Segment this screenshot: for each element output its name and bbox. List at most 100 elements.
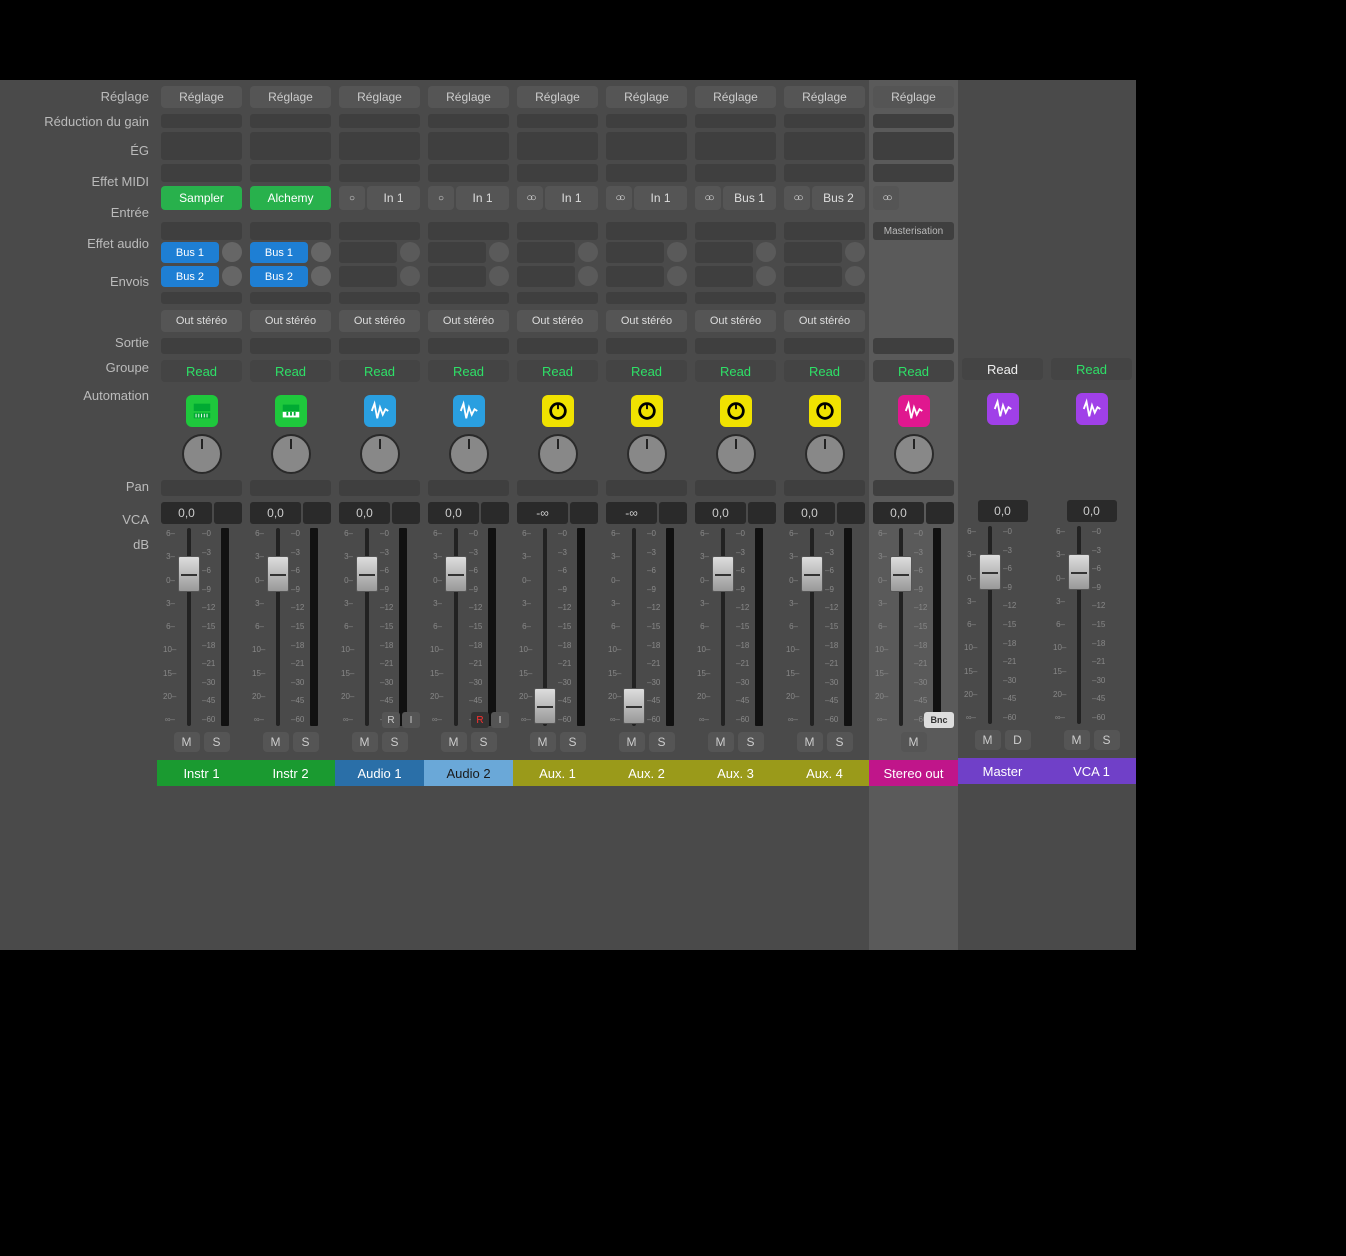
pan-knob[interactable] [627, 434, 667, 474]
automation-mode-button[interactable]: Read [339, 360, 420, 382]
automation-mode-button[interactable]: Read [161, 360, 242, 382]
fader-cap[interactable] [801, 556, 823, 592]
send-level-knob[interactable] [222, 266, 242, 286]
send-level-knob[interactable] [578, 242, 598, 262]
eq-slot[interactable] [250, 132, 331, 160]
output-button[interactable]: Out stéréo [339, 310, 420, 332]
automation-mode-button[interactable]: Read [784, 360, 865, 382]
input-label-button[interactable]: Bus 2 [812, 186, 865, 210]
fader-cap[interactable] [623, 688, 645, 724]
automation-mode-button[interactable]: Read [1051, 358, 1132, 380]
fader-track[interactable] [177, 528, 201, 726]
track-type-icon[interactable] [542, 395, 574, 427]
eq-slot[interactable] [606, 132, 687, 160]
solo-button[interactable]: S [382, 732, 408, 752]
fader-track[interactable] [800, 528, 824, 726]
record-enable-button[interactable]: R [471, 712, 489, 728]
mute-button[interactable]: M [975, 730, 1001, 750]
pan-knob[interactable] [805, 434, 845, 474]
track-type-icon[interactable] [631, 395, 663, 427]
mute-button[interactable]: M [797, 732, 823, 752]
db-value[interactable]: 0,0 [428, 502, 479, 524]
automation-mode-button[interactable]: Read [695, 360, 776, 382]
db-value[interactable]: 0,0 [978, 500, 1028, 522]
vca-slot[interactable] [606, 480, 687, 496]
pan-knob[interactable] [449, 434, 489, 474]
input-label-button[interactable]: In 1 [634, 186, 687, 210]
db-value[interactable]: -∞ [517, 502, 568, 524]
output-button[interactable]: Out stéréo [428, 310, 509, 332]
pan-knob[interactable] [538, 434, 578, 474]
db-value[interactable]: 0,0 [161, 502, 212, 524]
fader-cap[interactable] [712, 556, 734, 592]
send-empty-slot[interactable] [784, 242, 842, 263]
channel-name[interactable]: Aux. 4 [780, 760, 869, 786]
gain-reduction-slot[interactable] [339, 114, 420, 128]
vca-slot[interactable] [339, 480, 420, 496]
midi-fx-slot[interactable] [339, 164, 420, 182]
send-expand[interactable] [161, 292, 242, 304]
track-type-icon[interactable] [987, 393, 1019, 425]
send-level-knob[interactable] [578, 266, 598, 286]
pan-knob[interactable] [716, 434, 756, 474]
group-slot[interactable] [606, 338, 687, 354]
solo-button[interactable]: S [293, 732, 319, 752]
pan-knob[interactable] [894, 434, 934, 474]
send-expand[interactable] [606, 292, 687, 304]
fader-cap[interactable] [1068, 554, 1090, 590]
mute-button[interactable]: M [441, 732, 467, 752]
audio-fx-slot[interactable]: Masterisation [873, 222, 954, 240]
send-empty-slot[interactable] [428, 242, 486, 263]
channel-name[interactable]: VCA 1 [1047, 758, 1136, 784]
output-button[interactable]: Out stéréo [517, 310, 598, 332]
setting-button[interactable]: Réglage [517, 86, 598, 108]
gain-reduction-slot[interactable] [606, 114, 687, 128]
gain-reduction-slot[interactable] [250, 114, 331, 128]
send-level-knob[interactable] [845, 242, 865, 262]
setting-button[interactable]: Réglage [606, 86, 687, 108]
midi-fx-slot[interactable] [161, 164, 242, 182]
send-empty-slot[interactable] [695, 242, 753, 263]
fader-cap[interactable] [979, 554, 1001, 590]
mute-button[interactable]: M [352, 732, 378, 752]
fader-cap[interactable] [267, 556, 289, 592]
input-label-button[interactable]: In 1 [545, 186, 598, 210]
db-value[interactable]: 0,0 [784, 502, 835, 524]
gain-reduction-slot[interactable] [695, 114, 776, 128]
output-button[interactable]: Out stéréo [250, 310, 331, 332]
db-value[interactable]: 0,0 [873, 502, 924, 524]
vca-slot[interactable] [517, 480, 598, 496]
midi-fx-slot[interactable] [695, 164, 776, 182]
peak-value[interactable] [748, 502, 776, 524]
eq-slot[interactable] [428, 132, 509, 160]
pan-knob[interactable] [271, 434, 311, 474]
setting-button[interactable]: Réglage [161, 86, 242, 108]
send-expand[interactable] [250, 292, 331, 304]
db-value[interactable]: 0,0 [695, 502, 746, 524]
solo-button[interactable]: S [738, 732, 764, 752]
fader-cap[interactable] [890, 556, 912, 592]
peak-value[interactable] [659, 502, 687, 524]
setting-button[interactable]: Réglage [873, 86, 954, 108]
send-level-knob[interactable] [667, 242, 687, 262]
send-empty-slot[interactable] [517, 242, 575, 263]
automation-mode-button[interactable]: Read [250, 360, 331, 382]
channel-name[interactable]: Aux. 1 [513, 760, 602, 786]
vca-slot[interactable] [250, 480, 331, 496]
pan-knob[interactable] [182, 434, 222, 474]
gain-reduction-slot[interactable] [517, 114, 598, 128]
fader-cap[interactable] [445, 556, 467, 592]
gain-reduction-slot[interactable] [428, 114, 509, 128]
peak-value[interactable] [570, 502, 598, 524]
send-expand[interactable] [517, 292, 598, 304]
setting-button[interactable]: Réglage [428, 86, 509, 108]
eq-slot[interactable] [339, 132, 420, 160]
group-slot[interactable] [517, 338, 598, 354]
send-level-knob[interactable] [311, 266, 331, 286]
input-label-button[interactable]: In 1 [367, 186, 420, 210]
eq-slot[interactable] [161, 132, 242, 160]
send-bus-button[interactable]: Bus 2 [250, 266, 308, 287]
send-expand[interactable] [339, 292, 420, 304]
setting-button[interactable]: Réglage [784, 86, 865, 108]
input-monitor-button[interactable]: I [491, 712, 509, 728]
